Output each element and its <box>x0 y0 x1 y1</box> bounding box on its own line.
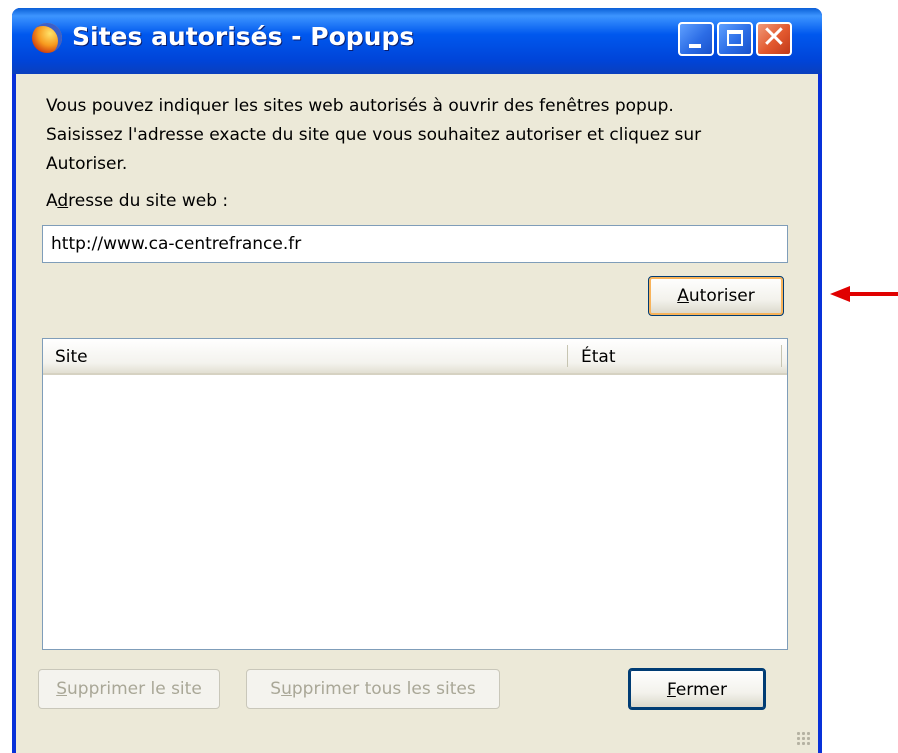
site-address-input[interactable] <box>42 225 788 263</box>
maximize-icon <box>727 30 743 46</box>
supprimer-site-button[interactable]: Supprimer le site <box>38 669 220 709</box>
sites-list[interactable]: Site État <box>42 338 788 650</box>
address-label: Adresse du site web : <box>46 191 228 211</box>
supprimer-tous-mnemonic: u <box>281 679 292 699</box>
dialog-body: Vous pouvez indiquer les sites web autor… <box>16 74 818 753</box>
fermer-label: ermer <box>675 680 728 700</box>
column-divider[interactable] <box>781 345 782 367</box>
minimize-icon <box>689 44 701 48</box>
resize-grip-icon[interactable] <box>796 731 812 747</box>
close-icon: ✕ <box>761 20 787 55</box>
address-label-part: resse du site web : <box>68 191 229 211</box>
autoriser-label: utoriser <box>688 286 755 306</box>
title-bar[interactable]: Sites autorisés - Popups ✕ <box>12 8 822 74</box>
close-button[interactable]: ✕ <box>756 20 792 56</box>
minimize-button[interactable] <box>678 22 714 56</box>
column-header-etat[interactable]: État <box>581 347 616 367</box>
window-title: Sites autorisés - Popups <box>72 22 415 51</box>
autoriser-button[interactable]: Autoriser <box>648 276 784 316</box>
autoriser-mnemonic: A <box>677 286 689 306</box>
supprimer-site-label: upprimer le site <box>67 679 202 699</box>
address-label-part: A <box>46 191 58 211</box>
supprimer-site-mnemonic: S <box>56 679 67 699</box>
description-line-1: Vous pouvez indiquer les sites web autor… <box>46 96 674 116</box>
supprimer-tous-button[interactable]: Supprimer tous les sites <box>246 669 500 709</box>
description-line-3: Autoriser. <box>46 154 128 174</box>
column-header-site[interactable]: Site <box>55 347 88 367</box>
column-divider[interactable] <box>567 345 568 367</box>
fermer-button[interactable]: Fermer <box>628 668 766 710</box>
description-text: Vous pouvez indiquer les sites web autor… <box>46 92 806 179</box>
address-label-mnemonic: d <box>57 191 69 211</box>
description-line-2: Saisissez l'adresse exacte du site que v… <box>46 125 702 145</box>
arrow-left-icon <box>830 286 898 302</box>
list-header: Site État <box>43 339 787 375</box>
supprimer-tous-label-part: pprimer tous les sites <box>291 679 476 699</box>
dialog-window: Sites autorisés - Popups ✕ Vous pouvez i… <box>12 8 822 753</box>
firefox-icon <box>32 23 62 53</box>
fermer-mnemonic: F <box>666 680 676 700</box>
supprimer-tous-label-part: S <box>270 679 282 699</box>
maximize-button[interactable] <box>717 22 753 56</box>
